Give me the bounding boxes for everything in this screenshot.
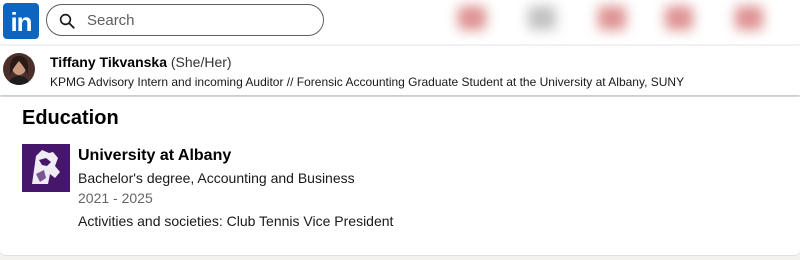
nav-icon-notifications[interactable] — [735, 6, 763, 30]
profile-pronouns: (She/Her) — [170, 54, 232, 70]
search-box[interactable] — [46, 4, 324, 36]
school-name[interactable]: University at Albany — [78, 147, 231, 165]
profile-name: Tiffany Tikvanska — [50, 54, 167, 70]
profile-name-line: Tiffany Tikvanska (She/Her) — [50, 54, 232, 70]
school-logo-image — [22, 144, 70, 192]
activities-and-societies: Activities and societies: Club Tennis Vi… — [78, 213, 394, 229]
section-title: Education — [22, 107, 119, 129]
search-icon — [59, 13, 75, 29]
education-dates: 2021 - 2025 — [78, 190, 153, 206]
avatar[interactable] — [3, 53, 35, 85]
great-dane-icon[interactable] — [22, 144, 70, 192]
search-input[interactable] — [87, 5, 307, 35]
avatar-image — [3, 53, 35, 85]
education-card: Education University at Albany Bachelor'… — [0, 97, 800, 256]
nav-icon-network[interactable] — [528, 6, 556, 30]
top-nav-bar: in — [0, 0, 800, 44]
profile-headline: KPMG Advisory Intern and incoming Audito… — [50, 75, 685, 89]
nav-icon-messaging[interactable] — [665, 6, 693, 30]
degree: Bachelor's degree, Accounting and Busine… — [78, 170, 355, 186]
linkedin-logo[interactable]: in — [3, 3, 39, 39]
sticky-profile-header: Tiffany Tikvanska (She/Her) KPMG Advisor… — [0, 46, 800, 95]
nav-icon-jobs[interactable] — [598, 6, 626, 30]
nav-icon-home[interactable] — [458, 6, 486, 30]
